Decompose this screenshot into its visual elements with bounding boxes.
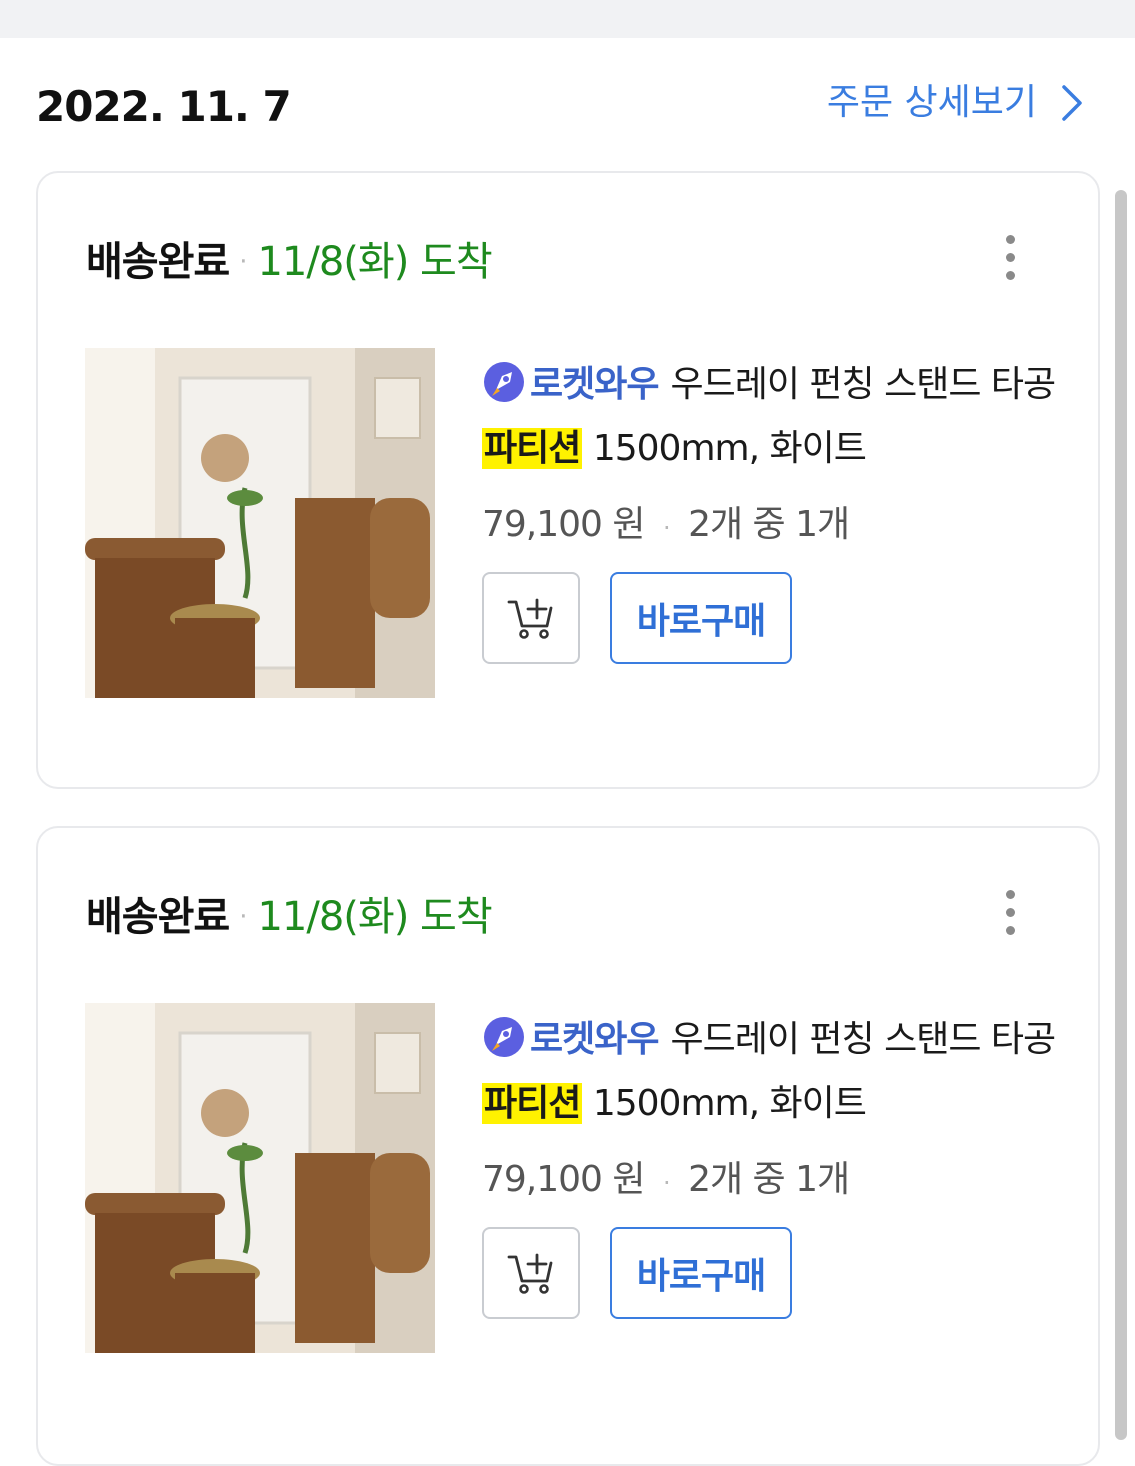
product-title[interactable]: 로켓와우 우드레이 펀칭 스탠드 타공 파티션 1500mm, 화이트 bbox=[482, 1008, 1062, 1136]
product-title-pre: 우드레이 펀칭 스탠드 타공 bbox=[670, 364, 1056, 405]
status-separator: · bbox=[239, 902, 248, 932]
add-to-cart-button[interactable] bbox=[482, 572, 580, 664]
buy-now-button[interactable]: 바로구매 bbox=[610, 572, 792, 664]
product-title-highlight: 파티션 bbox=[482, 1083, 583, 1124]
product-image[interactable] bbox=[85, 1003, 435, 1353]
action-buttons: 바로구매 bbox=[482, 572, 1062, 664]
order-item-card: 배송완료 · 11/8(화) 도착 로켓와우 우드레이 펀칭 스탠드 타공 파티… bbox=[36, 826, 1100, 1466]
more-vertical-icon[interactable] bbox=[998, 235, 1022, 287]
add-to-cart-button[interactable] bbox=[482, 1227, 580, 1319]
arrival-date: 11/8(화) 도착 bbox=[257, 894, 492, 940]
scrollbar[interactable] bbox=[1115, 190, 1127, 1440]
top-bar bbox=[0, 0, 1135, 38]
rocket-wow-icon bbox=[484, 1017, 524, 1057]
product-quantity: 2개 중 1개 bbox=[688, 1159, 850, 1200]
arrival-date: 11/8(화) 도착 bbox=[257, 239, 492, 285]
action-buttons: 바로구매 bbox=[482, 1227, 1062, 1319]
delivery-status-row: 배송완료 · 11/8(화) 도착 bbox=[86, 235, 493, 289]
delivery-status: 배송완료 bbox=[86, 239, 230, 285]
product-title-post: 1500mm, 화이트 bbox=[592, 1083, 867, 1124]
price-row: 79,100 원 · 2개 중 1개 bbox=[482, 503, 1062, 550]
product-image[interactable] bbox=[85, 348, 435, 698]
add-to-cart-icon bbox=[507, 598, 553, 639]
product-info: 로켓와우 우드레이 펀칭 스탠드 타공 파티션 1500mm, 화이트 79,10… bbox=[482, 1008, 1062, 1319]
delivery-status-row: 배송완료 · 11/8(화) 도착 bbox=[86, 890, 493, 944]
delivery-status: 배송완료 bbox=[86, 894, 230, 940]
product-info: 로켓와우 우드레이 펀칭 스탠드 타공 파티션 1500mm, 화이트 79,10… bbox=[482, 353, 1062, 664]
product-quantity: 2개 중 1개 bbox=[688, 504, 850, 545]
order-item-card: 배송완료 · 11/8(화) 도착 로켓와우 우드레이 펀칭 스탠드 타공 파티… bbox=[36, 171, 1100, 789]
buy-now-button[interactable]: 바로구매 bbox=[610, 1227, 792, 1319]
product-title[interactable]: 로켓와우 우드레이 펀칭 스탠드 타공 파티션 1500mm, 화이트 bbox=[482, 353, 1062, 481]
price-separator: · bbox=[662, 1169, 671, 1197]
product-title-highlight: 파티션 bbox=[482, 428, 583, 469]
product-title-post: 1500mm, 화이트 bbox=[592, 428, 867, 469]
order-detail-link[interactable]: 주문 상세보기 bbox=[827, 78, 1085, 128]
status-separator: · bbox=[239, 247, 248, 277]
more-vertical-icon[interactable] bbox=[998, 890, 1022, 942]
rocket-wow-icon bbox=[484, 362, 524, 402]
add-to-cart-icon bbox=[507, 1253, 553, 1294]
chevron-right-icon bbox=[1062, 85, 1082, 121]
product-title-pre: 우드레이 펀칭 스탠드 타공 bbox=[670, 1019, 1056, 1060]
rocket-wow-badge: 로켓와우 bbox=[530, 364, 659, 405]
price-separator: · bbox=[662, 514, 671, 542]
product-price: 79,100 원 bbox=[482, 1159, 646, 1200]
order-date: 2022. 11. 7 bbox=[36, 82, 292, 131]
order-detail-label: 주문 상세보기 bbox=[826, 82, 1037, 123]
rocket-wow-badge: 로켓와우 bbox=[530, 1019, 659, 1060]
product-price: 79,100 원 bbox=[482, 504, 646, 545]
order-header: 2022. 11. 7 주문 상세보기 bbox=[0, 38, 1135, 170]
price-row: 79,100 원 · 2개 중 1개 bbox=[482, 1158, 1062, 1205]
